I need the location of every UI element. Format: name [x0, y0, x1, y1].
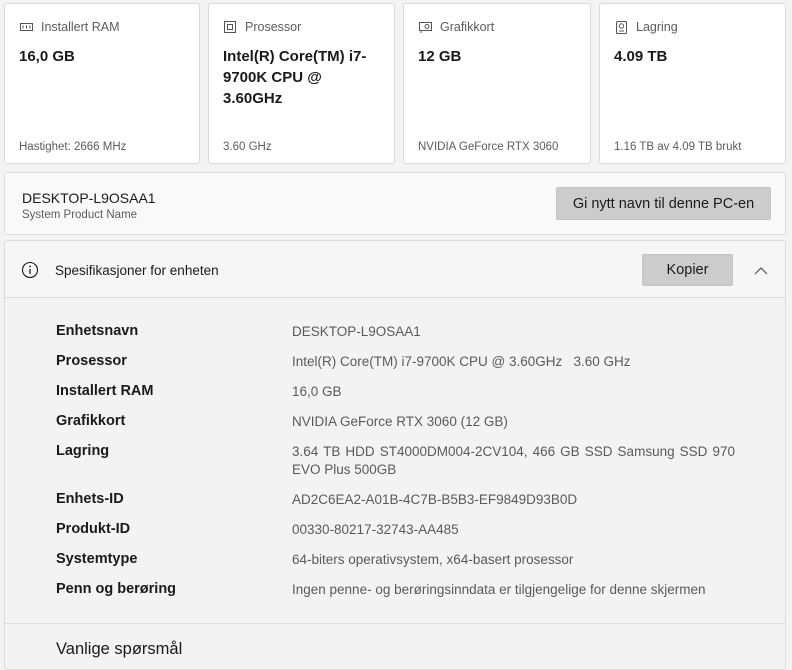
spec-value: 16,0 GB	[292, 384, 342, 399]
spec-key: Lagring	[56, 443, 110, 459]
spec-key: Systemtype	[56, 551, 138, 567]
device-name-panel: DESKTOP-L9OSAA1 System Product Name Gi n…	[4, 172, 786, 235]
card-value: 12 GB	[418, 48, 462, 65]
spec-key: Produkt-ID	[56, 521, 131, 537]
spec-value: Intel(R) Core(TM) i7-9700K CPU @ 3.60GHz…	[292, 354, 631, 369]
device-name: DESKTOP-L9OSAA1	[22, 190, 156, 206]
info-icon	[21, 261, 39, 279]
summary-cards: Installert RAM 16,0 GB Hastighet: 2666 M…	[0, 0, 792, 170]
card-footer: NVIDIA GeForce RTX 3060	[418, 141, 559, 153]
card-label: Prosessor	[245, 20, 302, 34]
card-value: 4.09 TB	[614, 48, 668, 65]
faq-title: Vanlige spørsmål	[56, 640, 183, 658]
processor-icon	[223, 20, 237, 34]
rename-pc-button[interactable]: Gi nytt navn til denne PC-en	[556, 187, 771, 220]
card-graphics: Grafikkort 12 GB NVIDIA GeForce RTX 3060	[403, 3, 591, 164]
card-footer: 1.16 TB av 4.09 TB brukt	[614, 141, 742, 153]
ram-icon	[19, 20, 33, 34]
card-footer: Hastighet: 2666 MHz	[19, 141, 127, 153]
spec-value: 00330-80217-32743-AA485	[292, 522, 459, 537]
card-label: Installert RAM	[41, 20, 120, 34]
spec-value: 64-biters operativsystem, x64-basert pro…	[292, 552, 574, 567]
spec-value: DESKTOP-L9OSAA1	[292, 324, 421, 339]
spec-key: Penn og berøring	[56, 581, 177, 597]
faq-section[interactable]: Vanlige spørsmål	[5, 623, 785, 669]
copy-button[interactable]: Kopier	[642, 254, 733, 286]
card-processor: Prosessor Intel(R) Core(TM) i7-9700K CPU…	[208, 3, 395, 164]
spec-key: Prosessor	[56, 353, 127, 369]
spec-key: Grafikkort	[56, 413, 126, 429]
spec-value: AD2C6EA2-A01B-4C7B-B5B3-EF9849D93B0D	[292, 492, 578, 507]
spec-value: 3.64 TB HDD ST4000DM004-2CV104, 466 GB S…	[292, 444, 735, 477]
card-value: 16,0 GB	[19, 48, 75, 65]
device-specifications-panel: Spesifikasjoner for enheten Kopier Enhet…	[4, 240, 786, 670]
spec-key: Installert RAM	[56, 383, 154, 399]
card-installed-ram: Installert RAM 16,0 GB Hastighet: 2666 M…	[4, 3, 200, 164]
spec-key: Enhets-ID	[56, 491, 124, 507]
storage-icon	[614, 20, 628, 34]
specs-header[interactable]: Spesifikasjoner for enheten Kopier	[5, 241, 785, 298]
card-value: Intel(R) Core(TM) i7-9700K CPU @ 3.60GHz	[223, 48, 367, 107]
card-footer: 3.60 GHz	[223, 141, 272, 153]
card-storage: Lagring 4.09 TB 1.16 TB av 4.09 TB brukt	[599, 3, 786, 164]
card-label: Grafikkort	[440, 20, 495, 34]
spec-value: NVIDIA GeForce RTX 3060 (12 GB)	[292, 414, 508, 429]
spec-key: Enhetsnavn	[56, 323, 139, 339]
chevron-up-icon[interactable]	[754, 263, 768, 275]
specs-title: Spesifikasjoner for enheten	[55, 263, 219, 278]
device-subtitle: System Product Name	[22, 209, 138, 221]
graphics-card-icon	[418, 20, 432, 34]
spec-value: Ingen penne- og berøringsinndata er tilg…	[292, 582, 706, 597]
card-label: Lagring	[636, 20, 678, 34]
